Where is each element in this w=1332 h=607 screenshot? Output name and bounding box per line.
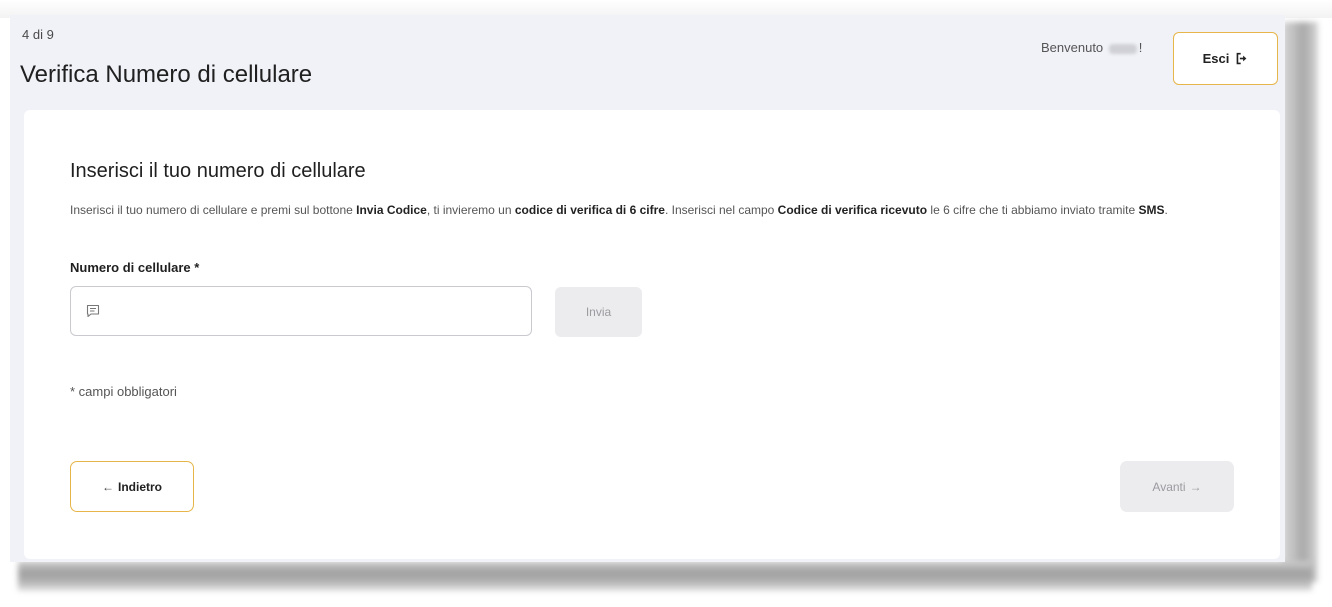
phone-field-label: Numero di cellulare * [70, 260, 200, 275]
arrow-left-icon: ← [102, 479, 114, 494]
screenshot-shadow-bottom [18, 561, 1312, 591]
instructions-segment: . [1164, 203, 1168, 217]
next-button[interactable]: Avanti → [1120, 461, 1234, 512]
logout-button[interactable]: Esci [1173, 32, 1278, 85]
page-title: Verifica Numero di cellulare [20, 61, 313, 88]
phone-input[interactable] [111, 286, 531, 336]
instructions-segment: , ti invieremo un [426, 203, 515, 217]
instructions-segment: Inserisci il tuo numero di cellulare e p… [70, 203, 357, 217]
send-code-button[interactable]: Invia [555, 287, 642, 337]
arrow-right-icon: → [1189, 479, 1202, 494]
message-icon [85, 303, 101, 319]
instructions-text: Inserisci il tuo numero di cellulare e p… [70, 202, 1240, 219]
section-title: Inserisci il tuo numero di cellulare [70, 160, 366, 182]
welcome-prefix: Benvenuto [1041, 40, 1104, 55]
instructions-emphasis: Codice di verifica ricevuto [777, 203, 928, 217]
welcome-message: Benvenuto ! [1041, 40, 1142, 55]
welcome-suffix: ! [1138, 40, 1143, 55]
back-button[interactable]: ← Indietro [70, 461, 194, 512]
app-screen: 4 di 9 Verifica Numero di cellulare Benv… [10, 15, 1285, 562]
back-label: Indietro [118, 479, 162, 494]
logout-icon [1235, 52, 1248, 65]
instructions-segment: le 6 cifre che ti abbiamo inviato tramit… [927, 203, 1139, 217]
next-label: Avanti [1152, 479, 1186, 494]
verification-card: Inserisci il tuo numero di cellulare Ins… [24, 110, 1280, 559]
instructions-emphasis: Invia Codice [356, 203, 427, 217]
step-indicator: 4 di 9 [22, 27, 54, 42]
phone-field[interactable] [70, 286, 532, 336]
instructions-segment: . Inserisci nel campo [664, 203, 778, 217]
screenshot-shadow-right [1282, 22, 1318, 582]
redacted-username [1108, 43, 1137, 54]
logout-label: Esci [1202, 51, 1230, 66]
instructions-emphasis: SMS [1138, 203, 1165, 217]
required-fields-note: * campi obbligatori [70, 384, 177, 399]
instructions-emphasis: codice di verifica di 6 cifre [514, 203, 665, 217]
